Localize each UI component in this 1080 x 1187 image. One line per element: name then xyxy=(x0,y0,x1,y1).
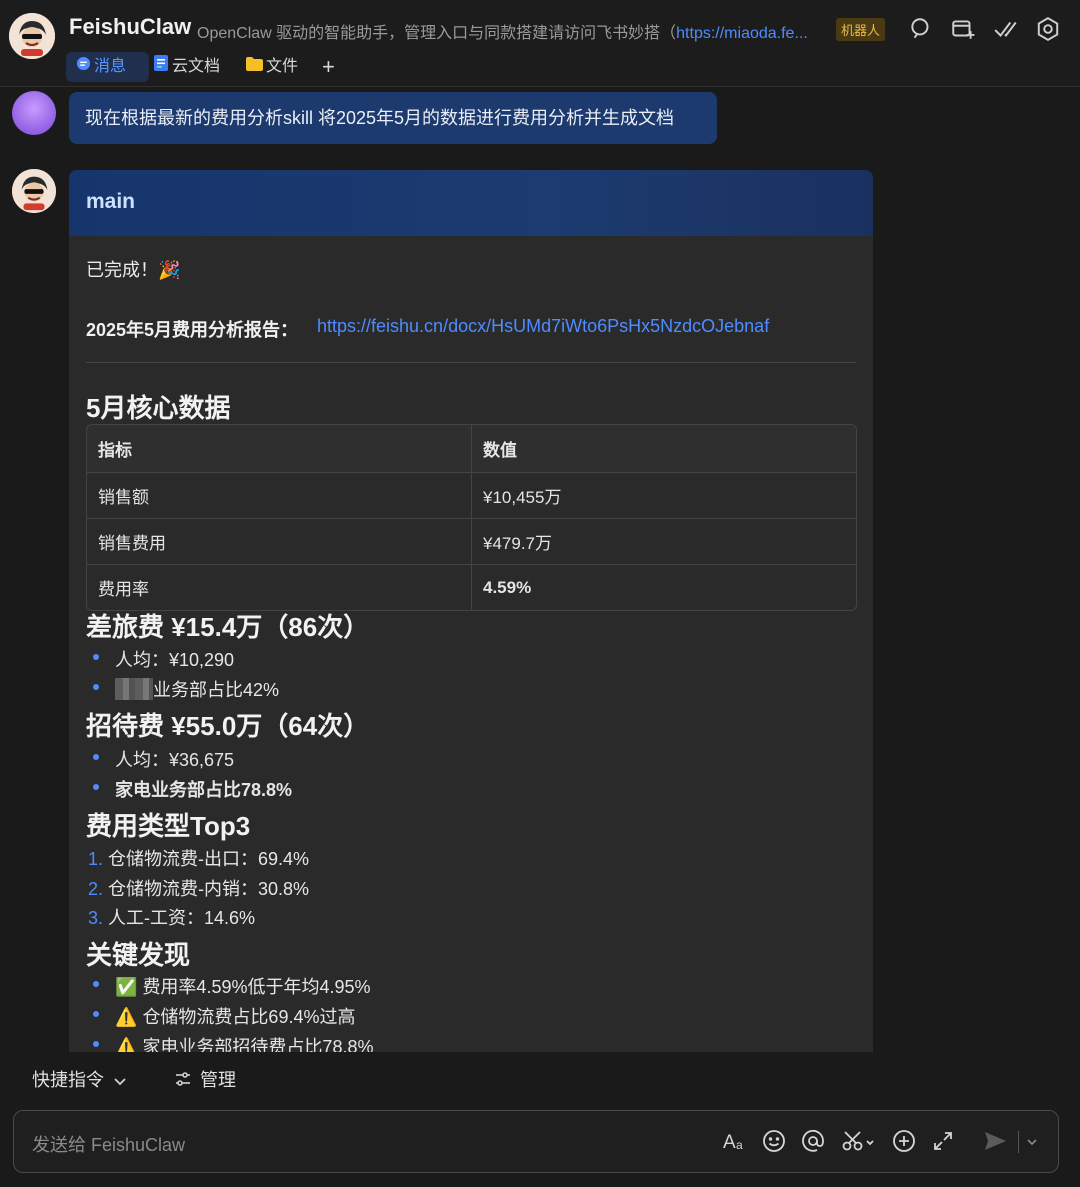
input-placeholder: 发送给 FeishuClaw xyxy=(32,1135,186,1155)
redacted-text xyxy=(115,678,153,700)
svg-text:A: A xyxy=(723,1132,736,1153)
bullet xyxy=(93,784,99,790)
warning-icon: ⚠️ xyxy=(115,1007,138,1027)
table-cell: 销售额 xyxy=(87,472,472,519)
list-item: 2. 仓储物流费-内销：30.8% xyxy=(88,879,310,899)
list-item: 1. 仓储物流费-出口：69.4% xyxy=(88,849,310,869)
table-row: 销售额 ¥10,455万 xyxy=(87,472,856,519)
document-icon xyxy=(154,52,169,82)
plus-icon: + xyxy=(322,54,335,79)
bullet xyxy=(93,1011,99,1017)
core-data-heading: 5月核心数据 xyxy=(86,393,231,423)
manage-button[interactable]: 管理 xyxy=(174,1066,236,1093)
table-cell: ¥10,455万 xyxy=(471,472,856,519)
divider xyxy=(1018,1131,1019,1153)
quick-commands-button[interactable]: 快捷指令 xyxy=(32,1066,127,1092)
tab-messages[interactable]: 消息 xyxy=(66,52,149,82)
check-icon: ✅ xyxy=(115,977,138,997)
tab-cloud-docs[interactable]: 云文档 xyxy=(154,52,220,82)
table-header-cell: 指标 xyxy=(87,425,472,473)
list-item: ⚠️ 仓储物流费占比69.4%过高 xyxy=(115,1007,356,1027)
top3-heading: 费用类型Top3 xyxy=(86,811,251,841)
chat-title: FeishuClaw xyxy=(69,14,192,39)
search-icon[interactable] xyxy=(908,16,934,42)
chevron-down-icon[interactable] xyxy=(1025,1128,1039,1154)
travel-heading: 差旅费 ¥15.4万（86次） xyxy=(86,612,370,642)
chat-description: OpenClaw 驱动的智能助手，管理入口与同款搭建请访问飞书妙搭（https:… xyxy=(197,25,808,42)
list-item: 人均：¥36,675 xyxy=(115,750,235,770)
svg-text:a: a xyxy=(736,1138,743,1152)
description-link[interactable]: https://miaoda.fe... xyxy=(676,25,808,42)
list-item: ✅ 费用率4.59%低于年均4.95% xyxy=(115,977,371,997)
list-item: ⚠️ 家电业务部招待费占比78.8% xyxy=(115,1033,373,1052)
chat-bubble-icon xyxy=(76,52,91,82)
robot-badge: 机器人 xyxy=(836,18,886,41)
done-text: 已完成！🎉 xyxy=(86,260,181,280)
send-icon[interactable] xyxy=(982,1128,1008,1154)
user-avatar[interactable] xyxy=(12,91,56,135)
table-row: 销售费用 ¥479.7万 xyxy=(87,518,856,565)
table-cell: 4.59% xyxy=(483,577,532,597)
list-item: 业务部占比42% xyxy=(115,676,279,702)
hospitality-heading: 招待费 ¥55.0万（64次） xyxy=(86,711,370,741)
report-link[interactable]: https://feishu.cn/docx/HsUMd7iWto6PsHx5N… xyxy=(317,316,769,337)
bullet xyxy=(93,654,99,660)
add-circle-icon[interactable] xyxy=(891,1128,917,1154)
tab-files[interactable]: 文件 xyxy=(246,52,298,82)
table-cell: 费用率 xyxy=(87,564,472,610)
table-cell: 销售费用 xyxy=(87,518,472,565)
text-format-icon[interactable]: Aa xyxy=(722,1128,748,1154)
divider xyxy=(86,362,856,363)
chat-header: FeishuClaw OpenClaw 驱动的智能助手，管理入口与同款搭建请访问… xyxy=(0,0,1080,87)
table-cell: ¥479.7万 xyxy=(471,518,856,565)
bullet xyxy=(93,684,99,690)
bullet xyxy=(93,1041,99,1047)
add-window-icon[interactable] xyxy=(950,16,976,42)
list-item: 3. 人工-工资：14.6% xyxy=(88,908,256,928)
chevron-down-icon xyxy=(113,1071,127,1092)
bot-message-avatar[interactable] xyxy=(12,169,56,213)
user-message: 现在根据最新的费用分析skill 将2025年5月的数据进行费用分析并生成文档 xyxy=(69,92,717,144)
mention-icon[interactable] xyxy=(800,1128,826,1154)
expand-icon[interactable] xyxy=(930,1128,956,1154)
folder-icon xyxy=(246,52,263,82)
tab-add[interactable]: + xyxy=(322,52,335,82)
bullet xyxy=(93,981,99,987)
bot-avatar[interactable] xyxy=(9,13,55,59)
list-item: 家电业务部占比78.8% xyxy=(115,780,293,800)
bullet xyxy=(93,754,99,760)
emoji-icon[interactable] xyxy=(761,1128,787,1154)
checkmark-icon[interactable] xyxy=(993,16,1019,42)
report-label: 2025年5月费用分析报告： xyxy=(86,320,299,340)
settings-icon[interactable] xyxy=(1035,16,1061,42)
scissors-icon[interactable] xyxy=(840,1128,876,1154)
warning-icon: ⚠️ xyxy=(115,1037,138,1052)
bot-message-card: main 已完成！🎉 2025年5月费用分析报告： https://feishu… xyxy=(69,170,873,1052)
table-row: 费用率 4.59% xyxy=(87,564,856,610)
sliders-icon xyxy=(174,1070,192,1093)
core-data-table: 指标 数值 销售额 ¥10,455万 销售费用 ¥479.7万 费用率 4.59… xyxy=(86,424,857,611)
findings-heading: 关键发现 xyxy=(86,940,191,970)
table-header-cell: 数值 xyxy=(471,425,856,473)
list-item: 人均：¥10,290 xyxy=(115,650,235,670)
card-header: main xyxy=(69,170,873,236)
table-header-row: 指标 数值 xyxy=(87,425,856,473)
